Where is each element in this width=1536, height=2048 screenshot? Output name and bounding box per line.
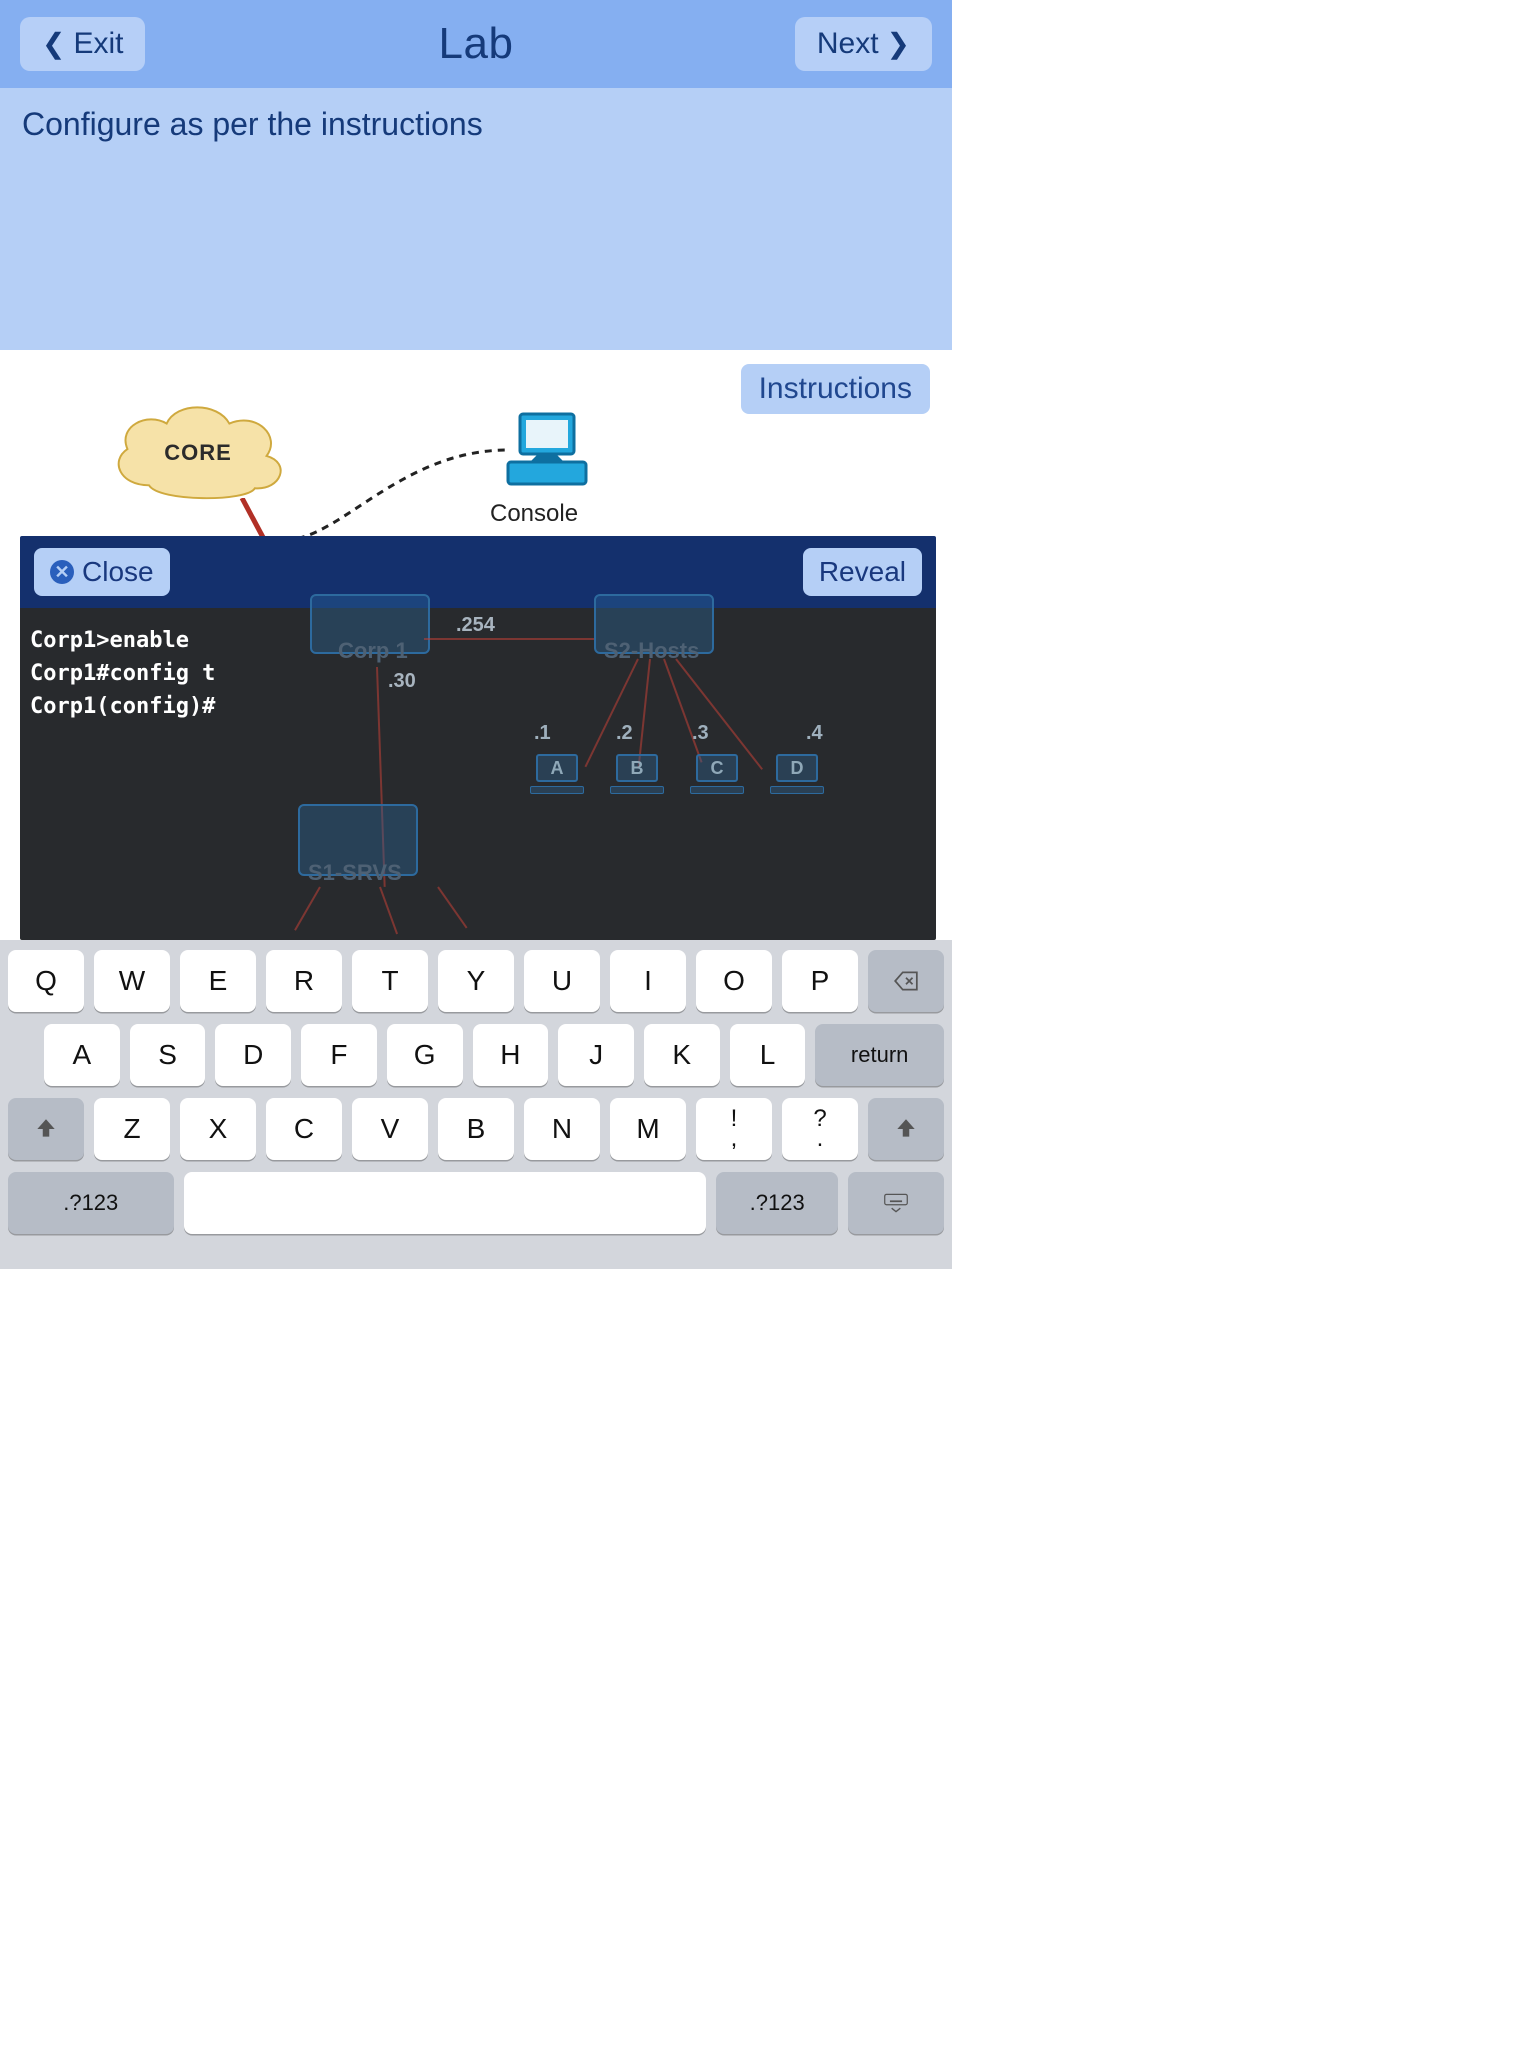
key-mode-switch[interactable]: .?123 [716,1172,838,1234]
host-icon: D [776,754,818,782]
key-i[interactable]: I [610,950,686,1012]
key-e[interactable]: E [180,950,256,1012]
chevron-right-icon: ❯ [887,30,910,58]
onscreen-keyboard: Q W E R T Y U I O P A S D F G H J K L re… [0,940,952,1269]
console-cable [280,445,540,545]
console-line: Corp1#config t [30,657,926,690]
key-backspace[interactable] [868,950,944,1012]
host-icon: C [696,754,738,782]
keyboard-row: Z X C V B N M !, ?. [8,1098,944,1160]
key-w[interactable]: W [94,950,170,1012]
next-button[interactable]: Next ❯ [795,17,932,71]
close-button[interactable]: ✕ Close [34,548,170,596]
key-t[interactable]: T [352,950,428,1012]
key-g[interactable]: G [387,1024,463,1086]
console-panel: ✕ Close Reveal Corp1>enable Corp1#config… [20,536,936,940]
console-line: Corp1>enable [30,624,926,657]
console-label: Console [490,500,578,528]
router-icon [310,594,430,654]
key-dismiss-keyboard[interactable] [848,1172,944,1234]
keyboard-row: .?123 .?123 [8,1172,944,1234]
host-icon: A [536,754,578,782]
key-shift[interactable] [8,1098,84,1160]
exit-label: Exit [73,27,123,61]
key-o[interactable]: O [696,950,772,1012]
key-a[interactable]: A [44,1024,120,1086]
key-k[interactable]: K [644,1024,720,1086]
key-x[interactable]: X [180,1098,256,1160]
key-y[interactable]: Y [438,950,514,1012]
instruction-strip: Configure as per the instructions [0,88,952,350]
key-z[interactable]: Z [94,1098,170,1160]
keyboard-row: A S D F G H J K L return [8,1024,944,1086]
key-f[interactable]: F [301,1024,377,1086]
key-m[interactable]: M [610,1098,686,1160]
console-pc-icon [502,410,592,500]
ip-label: .2 [616,722,633,745]
key-s[interactable]: S [130,1024,206,1086]
key-mode-switch[interactable]: .?123 [8,1172,174,1234]
shift-icon [893,1116,919,1142]
key-p[interactable]: P [782,950,858,1012]
reveal-button[interactable]: Reveal [803,548,922,596]
switch-icon [298,804,418,876]
chevron-left-icon: ❮ [42,30,65,58]
ip-label: .1 [534,722,551,745]
key-c[interactable]: C [266,1098,342,1160]
instruction-text: Configure as per the instructions [22,106,483,142]
key-r[interactable]: R [266,950,342,1012]
backspace-icon [893,968,919,994]
key-shift[interactable] [868,1098,944,1160]
key-u[interactable]: U [524,950,600,1012]
hide-keyboard-icon [883,1190,909,1216]
ip-label: .4 [806,722,823,745]
key-question-period[interactable]: ?. [782,1098,858,1160]
core-cloud: CORE [100,392,296,510]
key-q[interactable]: Q [8,950,84,1012]
key-space[interactable] [184,1172,707,1234]
key-h[interactable]: H [473,1024,549,1086]
console-line: Corp1(config)# [30,690,926,723]
console-body[interactable]: Corp1>enable Corp1#config t Corp1(config… [20,608,936,940]
key-d[interactable]: D [215,1024,291,1086]
core-label: CORE [100,440,296,466]
switch-icon [594,594,714,654]
key-n[interactable]: N [524,1098,600,1160]
key-v[interactable]: V [352,1098,428,1160]
key-exclaim-comma[interactable]: !, [696,1098,772,1160]
diagram-area: Instructions CORE Console [0,350,952,940]
key-j[interactable]: J [558,1024,634,1086]
host-icon: B [616,754,658,782]
keyboard-row: Q W E R T Y U I O P [8,950,944,1012]
close-icon: ✕ [50,560,74,584]
key-return[interactable]: return [815,1024,944,1086]
exit-button[interactable]: ❮ Exit [20,17,145,71]
next-label: Next [817,27,879,61]
console-header: ✕ Close Reveal [20,536,936,608]
key-b[interactable]: B [438,1098,514,1160]
instructions-button[interactable]: Instructions [741,364,930,414]
shift-icon [33,1116,59,1142]
key-l[interactable]: L [730,1024,806,1086]
top-navbar: ❮ Exit Lab Next ❯ [0,0,952,88]
